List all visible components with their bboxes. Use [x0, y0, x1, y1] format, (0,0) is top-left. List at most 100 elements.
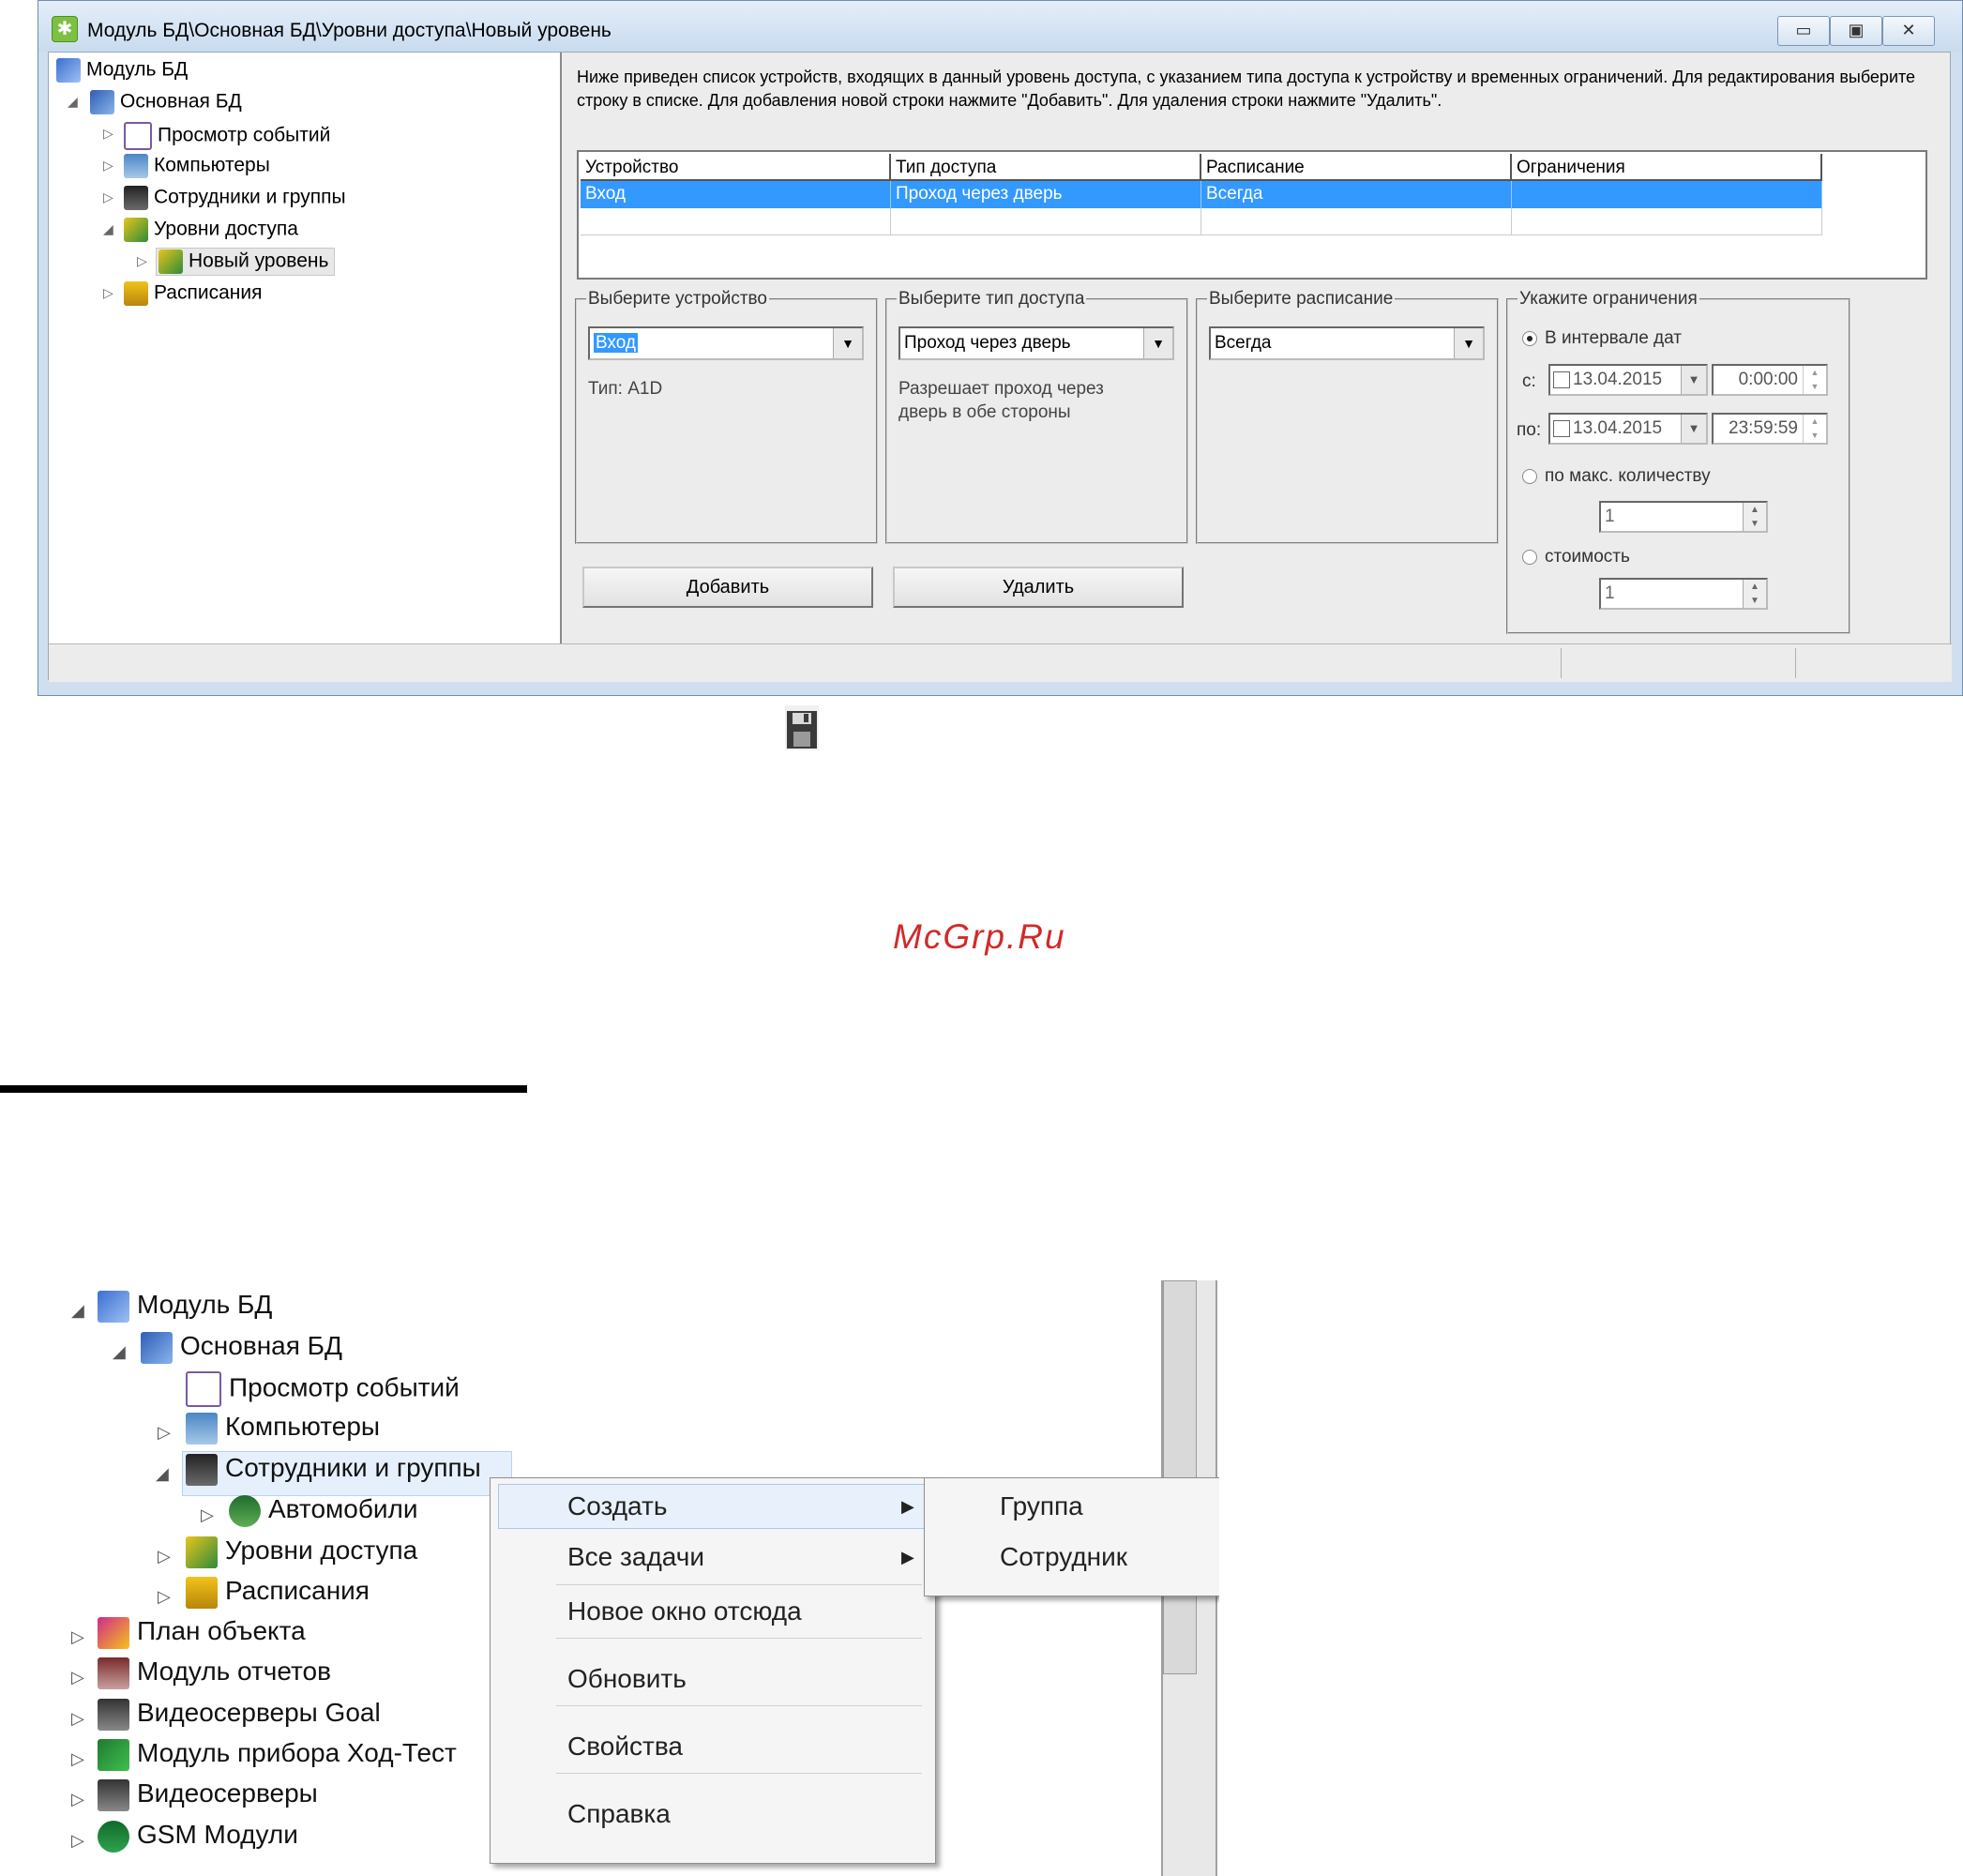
to-date-picker[interactable]: 13.04.2015 ▼ — [1548, 413, 1708, 445]
expand-arrow-icon[interactable]: ▷ — [137, 253, 147, 269]
expand-arrow-icon[interactable]: ▷ — [201, 1505, 214, 1525]
time-spin-icon[interactable]: ▲ ▼ — [1803, 415, 1826, 443]
spinner-arrows-icon[interactable]: ▲ ▼ — [1743, 580, 1766, 608]
tree-item-gsm[interactable]: GSM Модули — [98, 1820, 298, 1853]
submenu-item-employee[interactable]: Сотрудник — [1000, 1542, 1127, 1572]
interval-radio[interactable] — [1522, 331, 1537, 346]
tree-item-reports[interactable]: Модуль отчетов — [98, 1657, 331, 1689]
maximize-button[interactable]: ▣ — [1830, 16, 1882, 46]
access-type-select[interactable]: Проход через дверь ▼ — [898, 326, 1174, 360]
tree-item-video-goal[interactable]: Видеосерверы Goal — [98, 1698, 381, 1731]
tree-item-main-db[interactable]: Основная БД — [90, 90, 242, 114]
to-date-checkbox[interactable] — [1553, 419, 1570, 437]
access-levels-icon — [186, 1536, 218, 1568]
cost-label: стоимость — [1545, 547, 1630, 567]
dropdown-arrow-icon[interactable]: ▼ — [1143, 328, 1172, 358]
table-cell[interactable] — [1512, 181, 1822, 208]
cost-radio[interactable] — [1522, 550, 1537, 565]
date-dropdown-icon[interactable]: ▼ — [1681, 366, 1706, 394]
column-header-schedule[interactable]: Расписание — [1201, 154, 1512, 181]
tree-item-new-level[interactable]: Новый уровень — [156, 248, 336, 276]
expand-arrow-icon[interactable]: ▷ — [71, 1709, 84, 1729]
from-date-checkbox[interactable] — [1553, 371, 1570, 388]
expand-arrow-icon[interactable]: ▷ — [71, 1749, 84, 1769]
table-cell[interactable]: Проход через дверь — [891, 181, 1201, 208]
minimize-button[interactable]: ▭ — [1777, 16, 1830, 46]
tree-item-events[interactable]: Просмотр событий — [186, 1371, 460, 1407]
collapse-arrow-icon[interactable]: ◢ — [71, 1301, 84, 1321]
tree-item-employees[interactable]: Сотрудники и группы — [186, 1453, 481, 1486]
collapse-arrow-icon[interactable]: ◢ — [113, 1342, 126, 1362]
empty-row-cell[interactable] — [891, 208, 1201, 235]
delete-button[interactable]: Удалить — [893, 567, 1184, 608]
expand-arrow-icon[interactable]: ▷ — [71, 1668, 84, 1687]
menu-item-new-window[interactable]: Новое окно отсюда — [567, 1596, 802, 1626]
dropdown-arrow-icon[interactable]: ▼ — [1454, 328, 1483, 358]
device-select[interactable]: Вход ▼ — [588, 326, 864, 360]
expand-arrow-icon[interactable]: ▷ — [71, 1627, 84, 1647]
cost-value: 1 — [1605, 583, 1615, 603]
tree-item-db-module[interactable]: Модуль БД — [56, 58, 188, 83]
expand-arrow-icon[interactable]: ▷ — [103, 189, 113, 205]
tree-item-hod-test[interactable]: Модуль прибора Ход-Тест — [98, 1738, 457, 1771]
tree-item-computers[interactable]: Компьютеры — [124, 154, 270, 178]
max-count-spinner[interactable]: 1 ▲ ▼ — [1599, 501, 1768, 533]
tree-item-schedules[interactable]: Расписания — [124, 281, 262, 306]
tree-item-db-module[interactable]: Модуль БД — [98, 1290, 272, 1323]
expand-arrow-icon[interactable]: ▷ — [158, 1587, 171, 1607]
menu-item-help[interactable]: Справка — [567, 1799, 671, 1829]
spinner-arrows-icon[interactable]: ▲ ▼ — [1743, 503, 1766, 531]
table-cell[interactable]: Всегда — [1201, 181, 1512, 208]
floor-plan-icon — [98, 1616, 129, 1649]
column-header-device[interactable]: Устройство — [581, 154, 891, 181]
cost-spinner[interactable]: 1 ▲ ▼ — [1599, 578, 1768, 610]
menu-item-all-tasks[interactable]: Все задачи — [567, 1542, 704, 1572]
access-type-select-value: Проход через дверь — [904, 333, 1071, 353]
tree-item-schedules[interactable]: Расписания — [186, 1576, 370, 1609]
menu-item-create[interactable]: Создать — [567, 1491, 667, 1521]
devices-grid[interactable]: Устройство Тип доступа Расписание Ограни… — [577, 150, 1927, 280]
from-time-field[interactable]: 0:00:00 ▲ ▼ — [1712, 364, 1828, 396]
empty-row-cell[interactable] — [1201, 208, 1512, 235]
column-header-access-type[interactable]: Тип доступа — [891, 154, 1201, 181]
dropdown-arrow-icon[interactable]: ▼ — [833, 328, 862, 358]
cars-icon — [229, 1494, 261, 1527]
tree-item-employees[interactable]: Сотрудники и группы — [124, 186, 346, 210]
tree-item-cars[interactable]: Автомобили — [229, 1494, 418, 1527]
expand-arrow-icon[interactable]: ▷ — [71, 1831, 84, 1851]
save-icon[interactable] — [783, 702, 821, 754]
tree-item-access-levels[interactable]: Уровни доступа — [186, 1536, 417, 1568]
tree-item-access-levels[interactable]: Уровни доступа — [124, 218, 298, 242]
from-date-picker[interactable]: 13.04.2015 ▼ — [1548, 364, 1708, 396]
tree-item-video-servers[interactable]: Видеосерверы — [98, 1778, 318, 1811]
time-spin-icon[interactable]: ▲ ▼ — [1803, 366, 1826, 394]
expand-arrow-icon[interactable]: ▷ — [103, 158, 113, 174]
menu-item-refresh[interactable]: Обновить — [567, 1664, 687, 1694]
schedule-select[interactable]: Всегда ▼ — [1209, 326, 1485, 360]
collapse-arrow-icon[interactable]: ◢ — [103, 221, 113, 237]
collapse-arrow-icon[interactable]: ◢ — [156, 1464, 169, 1484]
table-cell[interactable]: Вход — [581, 181, 891, 208]
tree-item-computers[interactable]: Компьютеры — [186, 1412, 380, 1445]
date-dropdown-icon[interactable]: ▼ — [1681, 415, 1706, 443]
expand-arrow-icon[interactable]: ▷ — [158, 1547, 171, 1566]
tree-item-main-db[interactable]: Основная БД — [141, 1331, 342, 1364]
tree-item-floor-plan[interactable]: План объекта — [98, 1616, 306, 1649]
tree-item-events[interactable]: Просмотр событий — [124, 122, 330, 150]
tree-label: Расписания — [225, 1576, 370, 1605]
expand-arrow-icon[interactable]: ▷ — [103, 126, 113, 142]
add-button[interactable]: Добавить — [582, 567, 873, 608]
empty-row-cell[interactable] — [581, 208, 891, 235]
expand-arrow-icon[interactable]: ▷ — [158, 1423, 171, 1443]
menu-item-properties[interactable]: Свойства — [567, 1732, 683, 1762]
submenu-item-group[interactable]: Группа — [1000, 1491, 1083, 1521]
watermark-text: McGrp.Ru — [893, 917, 1066, 956]
to-time-field[interactable]: 23:59:59 ▲ ▼ — [1712, 413, 1828, 445]
collapse-arrow-icon[interactable]: ◢ — [68, 94, 78, 110]
max-count-radio[interactable] — [1522, 469, 1537, 484]
close-button[interactable]: ✕ — [1882, 16, 1935, 46]
expand-arrow-icon[interactable]: ▷ — [71, 1790, 84, 1809]
empty-row-cell[interactable] — [1512, 208, 1822, 235]
expand-arrow-icon[interactable]: ▷ — [103, 285, 113, 301]
column-header-limits[interactable]: Ограничения — [1512, 154, 1822, 181]
